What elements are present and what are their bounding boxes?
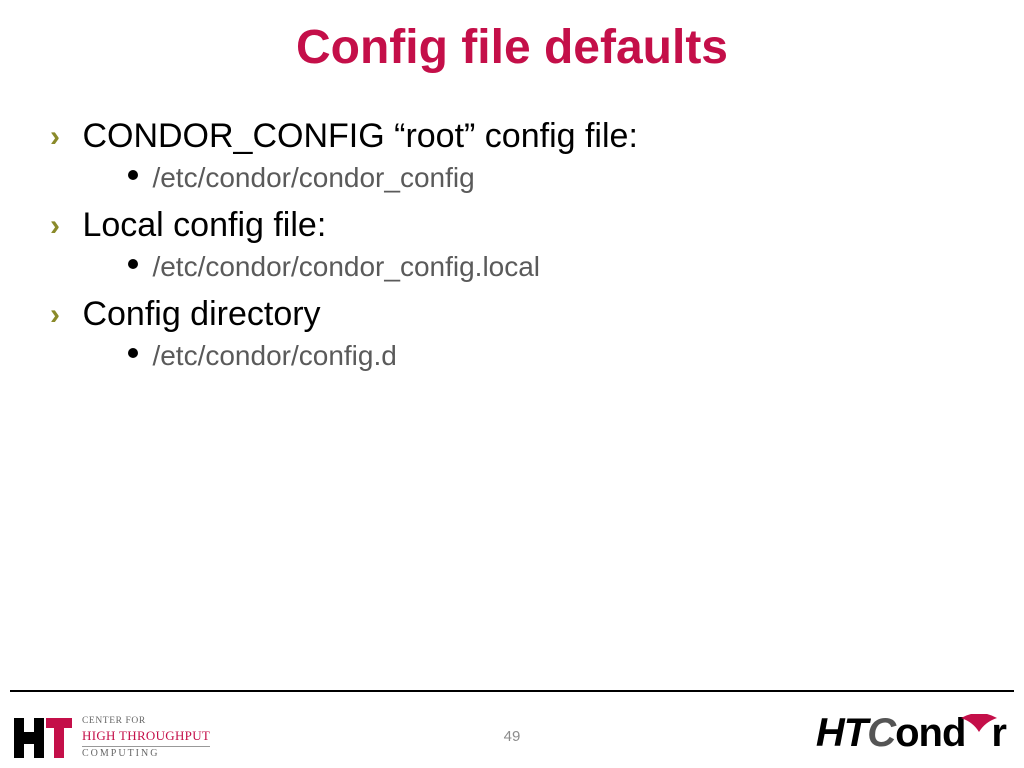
chevron-icon: › <box>50 298 78 332</box>
htcondor-wordmark: HTCondr <box>816 711 1006 756</box>
footer: 49 CENTER FOR HIGH THROUGHPUT COMPUTING … <box>0 690 1024 768</box>
subbullet-text: /etc/condor/condor_config <box>152 162 474 193</box>
logo-line3: COMPUTING <box>82 748 210 761</box>
slide-title: Config file defaults <box>0 0 1024 105</box>
dot-icon <box>128 259 138 269</box>
logo-line2: HIGH THROUGHPUT <box>82 728 210 746</box>
logo-ond: ond <box>895 711 965 755</box>
logo-line1: CENTER FOR <box>82 716 210 728</box>
dot-icon <box>128 348 138 358</box>
list-item: › CONDOR_CONFIG “root” config file: <box>50 117 984 156</box>
subbullet-text: /etc/condor/config.d <box>152 340 396 371</box>
logo-htcondor: HTCondr <box>816 711 1006 756</box>
bullet-text: Config directory <box>82 295 320 333</box>
bullet-text: Local config file: <box>82 206 326 244</box>
chevron-icon: › <box>50 209 78 243</box>
logo-ht: HT <box>816 711 867 755</box>
logo-chtc: CENTER FOR HIGH THROUGHPUT COMPUTING <box>14 716 210 760</box>
divider <box>10 690 1014 692</box>
list-item: › Config directory <box>50 295 984 334</box>
list-item: › Local config file: <box>50 206 984 245</box>
ht-mark-icon <box>14 718 72 758</box>
list-subitem: /etc/condor/config.d <box>128 340 984 372</box>
slide: Config file defaults › CONDOR_CONFIG “ro… <box>0 0 1024 768</box>
chevron-icon: › <box>50 120 78 154</box>
condor-wing-icon <box>961 714 997 732</box>
dot-icon <box>128 170 138 180</box>
list-subitem: /etc/condor/condor_config <box>128 162 984 194</box>
logo-caption: CENTER FOR HIGH THROUGHPUT COMPUTING <box>82 716 210 760</box>
bullet-text: CONDOR_CONFIG “root” config file: <box>82 117 637 155</box>
list-subitem: /etc/condor/condor_config.local <box>128 251 984 283</box>
subbullet-text: /etc/condor/condor_config.local <box>152 251 540 282</box>
slide-content: › CONDOR_CONFIG “root” config file: /etc… <box>0 117 1024 372</box>
logo-c: C <box>867 711 895 755</box>
